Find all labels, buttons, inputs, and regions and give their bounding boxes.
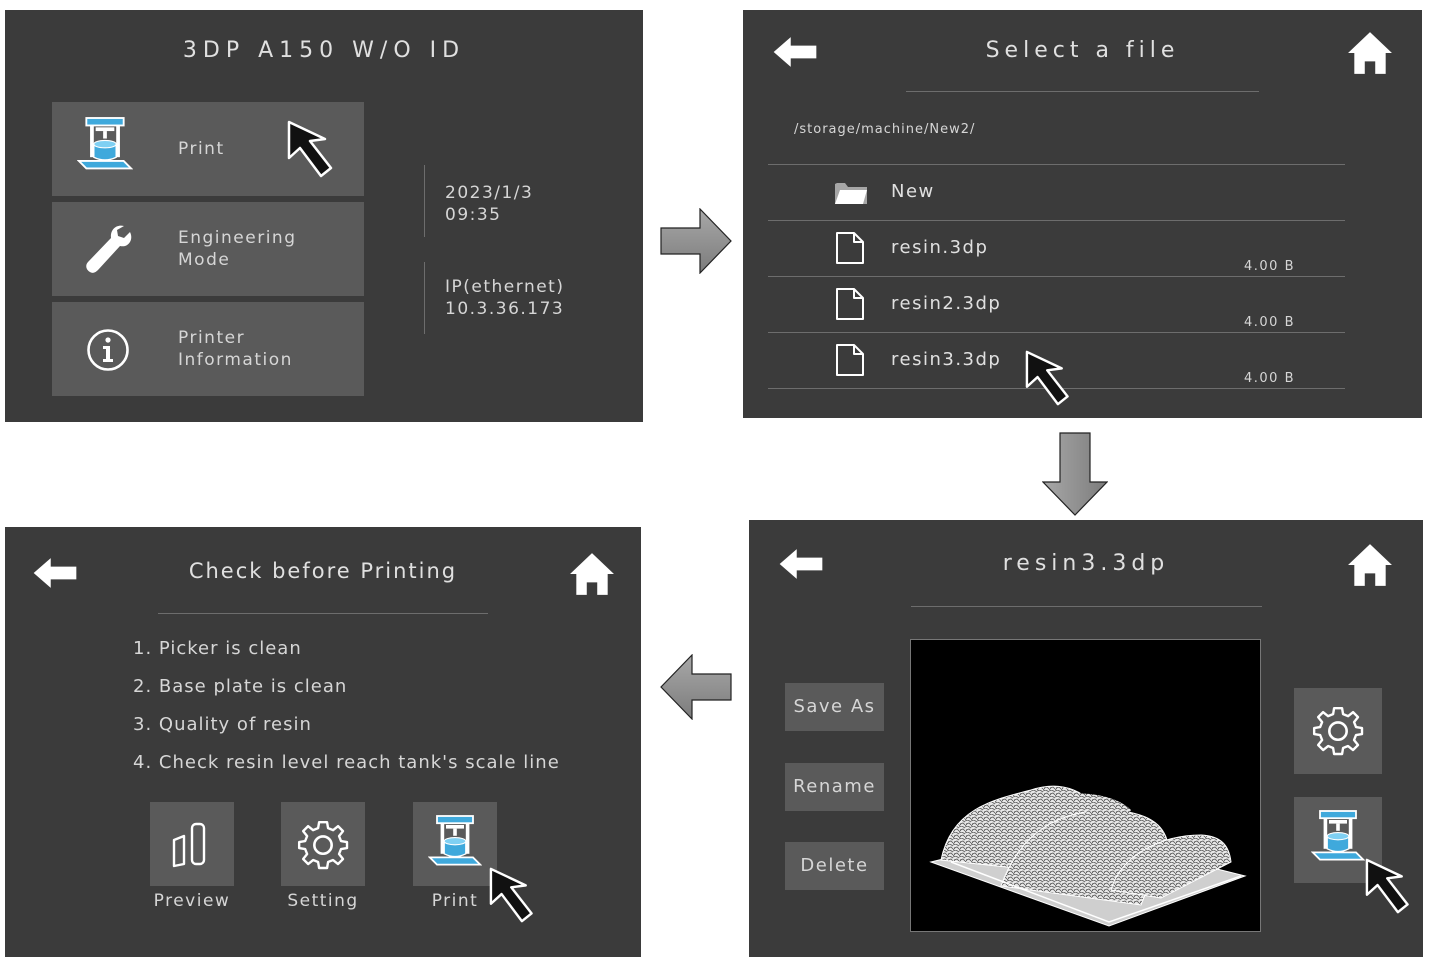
preview-button[interactable] xyxy=(150,802,234,886)
print-label: Print xyxy=(178,139,225,159)
checklist-item: 3. Quality of resin xyxy=(133,714,312,735)
file-size: 4.00 B xyxy=(1244,259,1295,274)
file-icon xyxy=(835,231,865,265)
home-icon[interactable] xyxy=(1347,31,1393,75)
gear-icon xyxy=(297,818,349,870)
file-size: 4.00 B xyxy=(1244,371,1295,386)
divider xyxy=(424,165,425,237)
printer-information-label: Printer Information xyxy=(178,328,293,370)
file-size: 4.00 B xyxy=(1244,315,1295,330)
list-item[interactable]: New xyxy=(768,165,1345,220)
file-icon xyxy=(835,343,865,377)
preview-label: Preview xyxy=(153,891,231,911)
printer-icon xyxy=(77,116,133,176)
info-icon xyxy=(87,329,129,371)
file-name: resin.3dp xyxy=(891,237,989,258)
model-render-image xyxy=(929,785,1247,927)
current-path: /storage/machine/New2/ xyxy=(794,122,976,137)
delete-button[interactable]: Delete xyxy=(785,842,884,890)
setting-label: Setting xyxy=(287,891,359,911)
flow-arrow-right-icon xyxy=(660,208,732,274)
printer-information-button[interactable]: Printer Information xyxy=(52,302,364,396)
screen-title: 3DP A150 W/O ID xyxy=(182,38,466,63)
preview-icon xyxy=(172,822,206,868)
print-button[interactable] xyxy=(413,802,497,886)
ip-value: 10.3.36.173 xyxy=(445,299,565,319)
divider xyxy=(424,262,425,334)
file-name: resin2.3dp xyxy=(891,293,1002,314)
list-item[interactable]: resin.3dp 4.00 B xyxy=(768,221,1345,276)
settings-button[interactable] xyxy=(1294,688,1382,774)
folder-icon xyxy=(835,183,867,204)
engineering-mode-button[interactable]: Engineering Mode xyxy=(52,202,364,296)
mouse-cursor-icon xyxy=(489,867,547,925)
screen-title: resin3.3dp xyxy=(1002,551,1170,576)
checklist-item: 1. Picker is clean xyxy=(133,638,302,659)
rename-button[interactable]: Rename xyxy=(785,763,884,811)
home-icon[interactable] xyxy=(1347,543,1393,587)
engineering-mode-label: Engineering Mode xyxy=(178,228,297,270)
file-preview-screen: resin3.3dp Save As Rename Delete xyxy=(749,520,1423,957)
print-checklist-screen: Check before Printing 1. Picker is clean… xyxy=(5,527,641,957)
file-icon xyxy=(835,287,865,321)
print-label: Print xyxy=(431,891,479,911)
flow-arrow-down-icon xyxy=(1042,432,1108,516)
flow-arrow-left-icon xyxy=(660,654,732,720)
screen-title: Select a file xyxy=(985,38,1180,63)
mouse-cursor-icon xyxy=(287,120,347,180)
model-preview-viewport[interactable] xyxy=(910,639,1261,932)
file-name: resin3.3dp xyxy=(891,349,1002,370)
checklist-item: 2. Base plate is clean xyxy=(133,676,348,697)
save-as-button[interactable]: Save As xyxy=(785,683,884,731)
home-icon[interactable] xyxy=(569,552,615,596)
title-underline xyxy=(158,613,488,614)
list-item[interactable]: resin2.3dp 4.00 B xyxy=(768,277,1345,332)
time-text: 09:35 xyxy=(445,205,502,225)
printer-icon xyxy=(428,814,482,872)
title-underline xyxy=(911,606,1262,607)
setting-button[interactable] xyxy=(281,802,365,886)
folder-name: New xyxy=(891,181,935,202)
date-text: 2023/1/3 xyxy=(445,183,534,203)
screen-title: Check before Printing xyxy=(188,559,458,583)
checklist-item: 4. Check resin level reach tank's scale … xyxy=(133,752,560,773)
mouse-cursor-icon xyxy=(1365,858,1423,916)
mouse-cursor-icon xyxy=(1025,350,1083,408)
ip-label: IP(ethernet) xyxy=(445,277,565,297)
gear-icon xyxy=(1312,704,1364,756)
printer-icon xyxy=(1311,809,1365,867)
wrench-icon xyxy=(86,225,132,273)
file-browser-screen: Select a file /storage/machine/New2/ New… xyxy=(743,10,1422,418)
title-underline xyxy=(906,91,1259,92)
main-menu-screen: 3DP A150 W/O ID Print Engineering Mode P… xyxy=(5,10,643,422)
